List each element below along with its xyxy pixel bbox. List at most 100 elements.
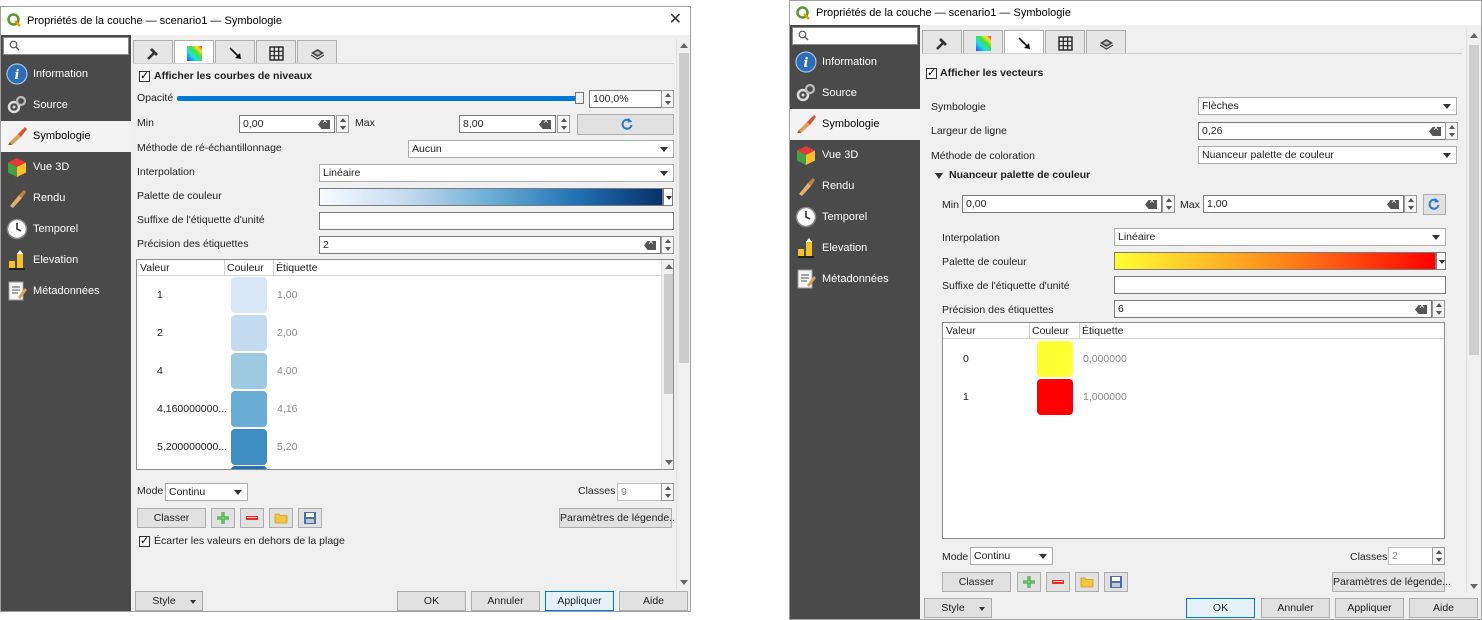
table-scrollbar[interactable] bbox=[661, 260, 673, 469]
table-row-value[interactable]: 5,200000000... bbox=[157, 441, 227, 453]
table-row-label[interactable]: 2,00 bbox=[277, 327, 297, 339]
style-menu-button[interactable]: Style bbox=[135, 591, 203, 611]
tab-gradient[interactable] bbox=[963, 30, 1003, 54]
tab-mesh[interactable] bbox=[1086, 30, 1126, 54]
export-colormap-button[interactable] bbox=[298, 508, 322, 528]
apply-button[interactable]: Appliquer bbox=[545, 591, 614, 611]
unit-suffix-input[interactable] bbox=[319, 212, 674, 230]
color-ramp-menu-button[interactable] bbox=[663, 188, 673, 206]
interpolation-dropdown[interactable]: Linéaire bbox=[319, 164, 674, 182]
sidebar-item-temporel[interactable]: Temporel bbox=[1, 214, 131, 245]
sidebar-item-information[interactable]: i Information bbox=[1, 59, 131, 90]
column-header-value[interactable]: Valeur bbox=[140, 262, 170, 274]
cancel-button[interactable]: Annuler bbox=[1261, 598, 1330, 618]
max-stepper[interactable] bbox=[557, 115, 570, 133]
collapse-icon[interactable] bbox=[935, 173, 943, 179]
sidebar-search-input[interactable] bbox=[792, 27, 918, 45]
help-button[interactable]: Aide bbox=[1409, 598, 1478, 618]
label-precision-input[interactable]: 2 bbox=[319, 236, 661, 254]
tab-hammer[interactable] bbox=[133, 40, 173, 64]
table-row-value[interactable]: 0 bbox=[963, 353, 969, 365]
color-ramp-button[interactable] bbox=[1114, 252, 1436, 270]
column-header-value[interactable]: Valeur bbox=[946, 325, 976, 337]
classes-spinbox[interactable]: 2 bbox=[1388, 547, 1433, 565]
table-row-label[interactable]: 5,20 bbox=[277, 441, 297, 453]
table-row-label[interactable]: 1,00 bbox=[277, 289, 297, 301]
reload-min-max-button[interactable] bbox=[577, 114, 674, 135]
sidebar-item-vue-3d[interactable]: Vue 3D bbox=[1, 152, 131, 183]
column-header-label[interactable]: Étiquette bbox=[276, 262, 317, 274]
color-swatch[interactable] bbox=[1037, 341, 1073, 377]
sidebar-item-vue-3d[interactable]: Vue 3D bbox=[790, 140, 920, 171]
min-stepper[interactable] bbox=[336, 115, 349, 133]
sidebar-search-input[interactable] bbox=[3, 37, 129, 55]
classify-button[interactable]: Classer bbox=[137, 508, 206, 528]
color-ramp-shader-section[interactable]: Nuanceur palette de couleur bbox=[949, 169, 1090, 181]
tab-arrow[interactable] bbox=[215, 40, 255, 64]
table-row-value[interactable]: 1 bbox=[963, 391, 969, 403]
sidebar-item-m-tadonn-es[interactable]: Métadonnées bbox=[790, 264, 920, 295]
min-input[interactable]: 0,00 bbox=[962, 195, 1162, 213]
max-stepper[interactable] bbox=[1404, 195, 1417, 213]
legend-settings-button[interactable]: Paramètres de légende... bbox=[559, 508, 678, 528]
sidebar-item-symbologie[interactable]: Symbologie bbox=[1, 121, 131, 152]
panel-scrollbar[interactable] bbox=[676, 39, 690, 589]
remove-class-button[interactable] bbox=[240, 508, 264, 528]
color-swatch[interactable] bbox=[231, 466, 267, 469]
classes-spinbox[interactable]: 9 bbox=[617, 483, 662, 501]
max-input[interactable]: 1,00 bbox=[1203, 195, 1404, 213]
tab-mesh[interactable] bbox=[297, 40, 337, 64]
classes-stepper[interactable] bbox=[1432, 547, 1445, 565]
sidebar-item-temporel[interactable]: Temporel bbox=[790, 202, 920, 233]
color-ramp-menu-button[interactable] bbox=[1436, 252, 1446, 270]
opacity-spinbox[interactable]: 100,0% bbox=[589, 90, 662, 108]
min-input[interactable]: 0,00 bbox=[239, 115, 335, 133]
add-class-button[interactable] bbox=[211, 508, 235, 528]
opacity-stepper[interactable] bbox=[661, 90, 674, 108]
resampling-dropdown[interactable]: Aucun bbox=[408, 140, 674, 158]
table-row-value[interactable]: 1 bbox=[157, 289, 163, 301]
sidebar-item-elevation[interactable]: Elevation bbox=[790, 233, 920, 264]
color-swatch[interactable] bbox=[231, 429, 267, 465]
column-header-label[interactable]: Étiquette bbox=[1082, 325, 1123, 337]
classes-stepper[interactable] bbox=[661, 483, 674, 501]
color-swatch[interactable] bbox=[231, 315, 267, 351]
load-colormap-button[interactable] bbox=[1075, 572, 1099, 592]
line-width-input[interactable]: 0,26 bbox=[1198, 122, 1446, 140]
remove-class-button[interactable] bbox=[1046, 572, 1070, 592]
reload-min-max-button[interactable] bbox=[1423, 194, 1446, 215]
sidebar-item-elevation[interactable]: Elevation bbox=[1, 245, 131, 276]
sidebar-item-source[interactable]: Source bbox=[1, 90, 131, 121]
table-row-label[interactable]: 0,000000 bbox=[1083, 353, 1127, 365]
show-vectors-checkbox[interactable] bbox=[926, 66, 937, 79]
export-colormap-button[interactable] bbox=[1104, 572, 1128, 592]
close-icon[interactable]: ✕ bbox=[669, 10, 682, 30]
sidebar-item-source[interactable]: Source bbox=[790, 78, 920, 109]
apply-button[interactable]: Appliquer bbox=[1335, 598, 1404, 618]
table-row-label[interactable]: 4,16 bbox=[277, 403, 297, 415]
tab-grid[interactable] bbox=[1045, 30, 1085, 54]
tab-hammer[interactable] bbox=[922, 30, 962, 54]
coloring-method-dropdown[interactable]: Nuanceur palette de couleur bbox=[1198, 146, 1457, 164]
min-stepper[interactable] bbox=[1162, 195, 1175, 213]
line-width-stepper[interactable] bbox=[1445, 122, 1458, 140]
mode-dropdown[interactable]: Continu bbox=[165, 483, 248, 501]
sidebar-item-rendu[interactable]: Rendu bbox=[790, 171, 920, 202]
ok-button[interactable]: OK bbox=[1186, 598, 1255, 618]
table-row-value[interactable]: 4,160000000... bbox=[157, 403, 227, 415]
table-row-value[interactable]: 2 bbox=[157, 327, 163, 339]
table-row-label[interactable]: 1,000000 bbox=[1083, 391, 1127, 403]
color-swatch[interactable] bbox=[231, 353, 267, 389]
show-contours-checkbox[interactable] bbox=[139, 69, 150, 82]
mode-dropdown[interactable]: Continu bbox=[970, 547, 1053, 565]
sidebar-item-rendu[interactable]: Rendu bbox=[1, 183, 131, 214]
color-classes-table[interactable]: Valeur Couleur Étiquette 1 1,00 2 2,00 4 4,00… bbox=[136, 259, 674, 470]
color-classes-table[interactable]: Valeur Couleur Étiquette 0 0,000000 1 1,000… bbox=[942, 322, 1445, 539]
opacity-slider-handle[interactable] bbox=[575, 92, 584, 104]
help-button[interactable]: Aide bbox=[619, 591, 688, 611]
precision-stepper[interactable] bbox=[1432, 300, 1445, 318]
unit-suffix-input[interactable] bbox=[1114, 276, 1446, 294]
tab-grid[interactable] bbox=[256, 40, 296, 64]
color-swatch[interactable] bbox=[231, 391, 267, 427]
interpolation-dropdown[interactable]: Linéaire bbox=[1114, 228, 1446, 246]
